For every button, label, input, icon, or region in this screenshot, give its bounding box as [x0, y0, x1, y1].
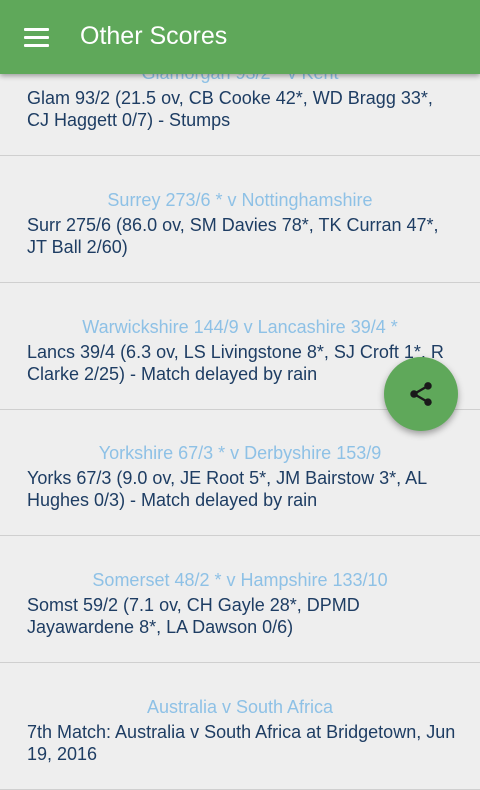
page-title: Other Scores	[80, 22, 228, 50]
share-icon	[410, 382, 432, 406]
match-summary: Yorks 67/3 (9.0 ov, JE Root 5*, JM Bairs…	[27, 468, 427, 510]
score-card[interactable]: Somerset 48/2 * v Hampshire 133/10 Somst…	[0, 537, 480, 663]
match-summary: Somst 59/2 (7.1 ov, CH Gayle 28*, DPMD J…	[27, 595, 360, 637]
match-summary: 7th Match: Australia v South Africa at B…	[27, 722, 456, 764]
match-headline: Somerset 48/2 * v Hampshire 133/10	[92, 570, 388, 590]
match-summary: Glam 93/2 (21.5 ov, CB Cooke 42*, WD Bra…	[27, 88, 433, 130]
score-card[interactable]: Surrey 273/6 * v Nottinghamshire Surr 27…	[0, 157, 480, 283]
match-headline: Warwickshire 144/9 v Lancashire 39/4 *	[82, 317, 398, 337]
match-headline: Australia v South Africa	[146, 697, 334, 717]
menu-button[interactable]	[16, 18, 56, 58]
match-summary: Surr 275/6 (86.0 ov, SM Davies 78*, TK C…	[27, 215, 439, 257]
share-button[interactable]	[384, 357, 458, 431]
match-headline: Yorkshire 67/3 * v Derbyshire 153/9	[98, 443, 382, 463]
app-bar: Other Scores	[0, 0, 480, 74]
score-card[interactable]: Australia v South Africa 7th Match: Aust…	[0, 664, 480, 790]
match-headline: Surrey 273/6 * v Nottinghamshire	[107, 190, 373, 210]
